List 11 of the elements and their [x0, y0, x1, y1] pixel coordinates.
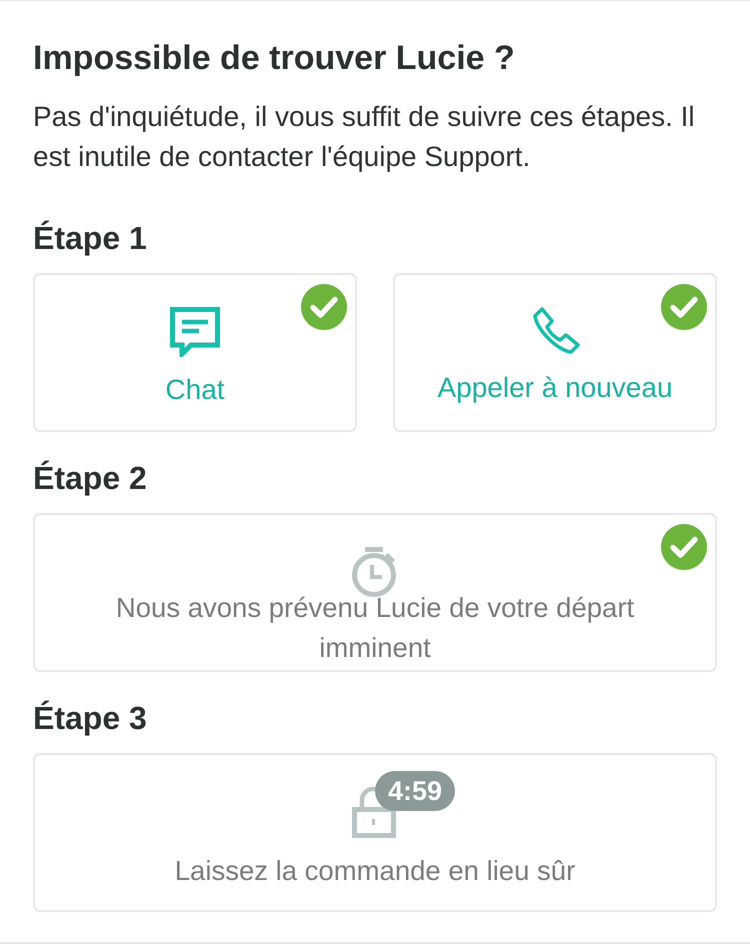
chat-icon	[170, 307, 220, 357]
step-heading: Étape 1	[33, 221, 148, 255]
chat-button[interactable]: Chat	[33, 273, 357, 432]
intro-text: Pas d'inquiétude, il vous suffit de suivre ces étapes. Il est inutile de contacter l'équipe Support.	[33, 100, 696, 174]
card-text: Nous avons prévenu Lucie de votre départ imminent	[114, 591, 636, 665]
card-text: Laissez la commande en lieu sûr	[174, 854, 576, 888]
step-heading: Étape 2	[33, 461, 148, 495]
call-again-button[interactable]: Appeler à nouveau	[393, 273, 717, 432]
step-heading: Étape 3	[33, 701, 148, 735]
page-title: Impossible de trouver Lucie ?	[33, 38, 516, 78]
timer-badge: 4:59	[375, 771, 456, 811]
